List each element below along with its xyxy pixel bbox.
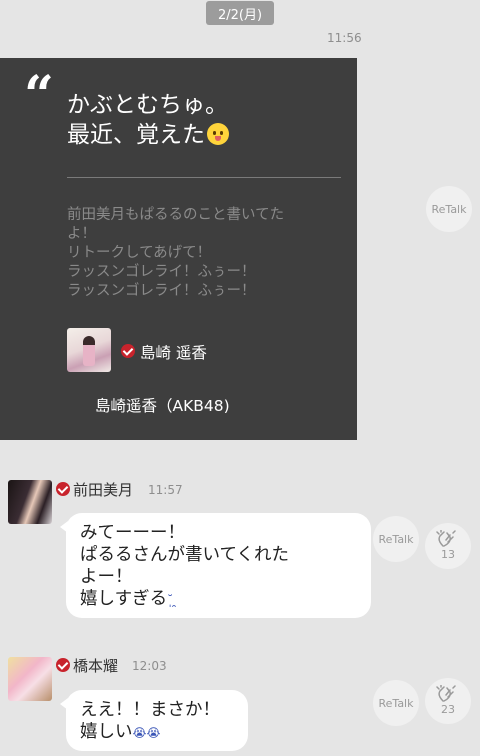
divider: [67, 177, 341, 178]
date-separator: 2/2(月): [206, 1, 274, 25]
avatar[interactable]: [8, 657, 52, 701]
retalk-button[interactable]: ReTalk: [426, 186, 472, 232]
message-bubble[interactable]: みてーーー！ ぱるるさんが書いてくれた よー！ 嬉しすぎる˘̩ ̯: [60, 513, 371, 618]
sender-name[interactable]: 橋本耀: [73, 655, 118, 676]
emoticon: 😭😭: [132, 726, 161, 740]
emoticon: ˘̩ ̯: [167, 593, 177, 607]
quote-mark-icon: “: [24, 65, 54, 126]
verified-check-icon: [56, 658, 70, 672]
quoted-author-group: 島崎遥香（AKB48): [95, 397, 230, 415]
quoted-post-title: かぶとむちゅ。 最近、覚えた: [67, 92, 229, 148]
clap-count: 23: [441, 703, 455, 716]
avatar[interactable]: [8, 480, 52, 524]
message-time: 11:57: [148, 483, 183, 497]
quoted-author-name[interactable]: 島崎 遥香: [140, 341, 207, 363]
verified-check-icon: [56, 482, 70, 496]
retalk-button[interactable]: ReTalk: [373, 516, 419, 562]
smiley-emoji-icon: [207, 123, 229, 145]
clap-icon: [436, 530, 456, 547]
clap-count: 13: [441, 548, 455, 561]
clap-icon: [436, 685, 456, 702]
quoted-post-body: 前田美月もぱるるのこと書いてた よ！ リトークしてあげて！ ラッスンゴレライ！ふ…: [67, 207, 285, 299]
quoted-author-avatar[interactable]: [67, 328, 111, 372]
clap-button[interactable]: 13: [425, 523, 471, 569]
message-time: 12:03: [132, 659, 167, 673]
retalk-button[interactable]: ReTalk: [373, 680, 419, 726]
verified-check-icon: [121, 344, 135, 358]
timestamp: 11:56: [327, 31, 362, 45]
sender-name[interactable]: 前田美月: [73, 479, 133, 500]
message-bubble[interactable]: ええ！！まさか！ 嬉しい😭😭: [60, 690, 248, 751]
clap-button[interactable]: 23: [425, 678, 471, 724]
